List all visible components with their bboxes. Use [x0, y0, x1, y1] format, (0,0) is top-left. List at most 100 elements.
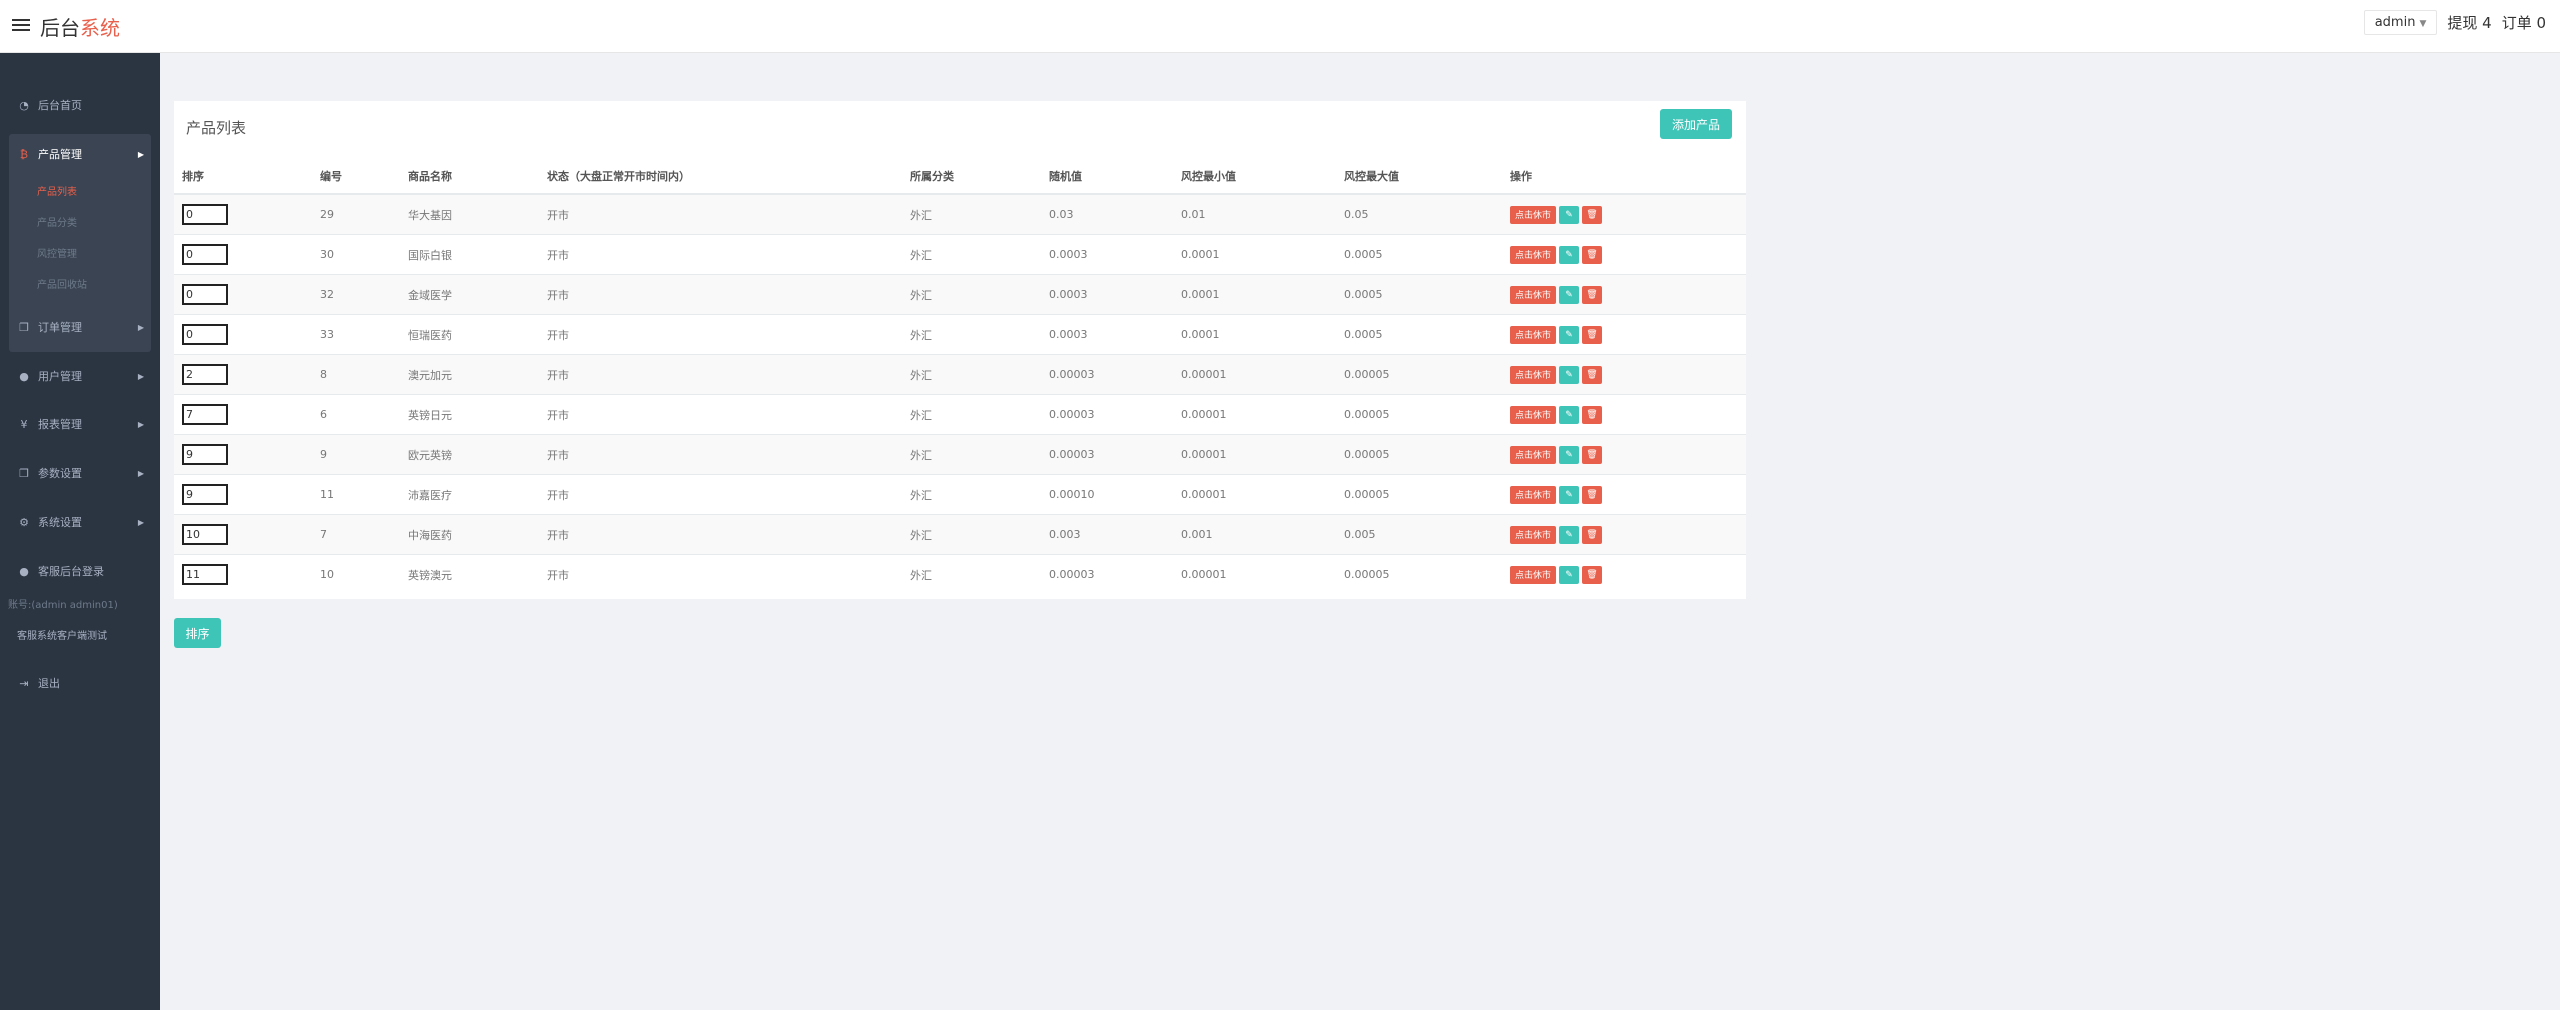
sidebar-item-param-settings[interactable]: ❐ 参数设置 ▶: [0, 461, 160, 485]
sidebar-item-order-mgmt[interactable]: ❐ 订单管理 ▶: [0, 315, 160, 339]
name-cell: 沛嘉医疗: [400, 474, 539, 515]
close-market-button[interactable]: 点击休市: [1510, 565, 1557, 584]
name-cell: 英镑日元: [400, 394, 539, 435]
pencil-icon[interactable]: ✎: [1559, 525, 1580, 544]
category-cell: 外汇: [902, 234, 1041, 275]
sort-order-input[interactable]: [182, 324, 228, 345]
close-market-button[interactable]: 点击休市: [1510, 365, 1557, 384]
random-value-cell: 0.0003: [1041, 234, 1173, 275]
sidebar-item-user-mgmt[interactable]: ● 用户管理 ▶: [0, 364, 160, 388]
pencil-icon[interactable]: ✎: [1559, 445, 1580, 464]
close-market-button[interactable]: 点击休市: [1510, 445, 1557, 464]
sort-cell: [174, 314, 312, 355]
pencil-icon[interactable]: ✎: [1559, 245, 1580, 264]
trash-icon[interactable]: 🗑: [1582, 405, 1603, 424]
trash-icon[interactable]: 🗑: [1582, 445, 1603, 464]
table-row: 11沛嘉医疗开市外汇0.000100.000010.00005 点击休市✎🗑: [174, 474, 1746, 515]
sort-order-input[interactable]: [182, 244, 228, 265]
bitcoin-icon: ₿: [19, 147, 29, 161]
sidebar-subitem-risk-control[interactable]: 风控管理: [37, 245, 77, 260]
name-cell: 欧元英镑: [400, 434, 539, 475]
close-market-button[interactable]: 点击休市: [1510, 325, 1557, 344]
sort-order-input[interactable]: [182, 404, 228, 425]
menu-toggle-icon[interactable]: [12, 16, 30, 34]
trash-icon[interactable]: 🗑: [1582, 205, 1603, 224]
close-market-button[interactable]: 点击休市: [1510, 405, 1557, 424]
copy-icon: ❐: [19, 466, 29, 480]
random-value-cell: 0.00003: [1041, 434, 1173, 475]
sort-order-input[interactable]: [182, 564, 228, 585]
risk-min-cell: 0.0001: [1173, 234, 1336, 275]
risk-min-cell: 0.0001: [1173, 314, 1336, 355]
sidebar-item-logout[interactable]: ⇥ 退出: [0, 671, 160, 695]
sidebar-item-cs-test[interactable]: 客服系统客户端测试: [17, 627, 107, 642]
id-cell: 10: [312, 554, 400, 594]
risk-min-cell: 0.00001: [1173, 474, 1336, 515]
random-value-cell: 0.00003: [1041, 354, 1173, 395]
trash-icon[interactable]: 🗑: [1582, 565, 1603, 584]
risk-max-cell: 0.00005: [1336, 354, 1502, 395]
trash-icon[interactable]: 🗑: [1582, 485, 1603, 504]
user-icon: ●: [19, 564, 29, 578]
sidebar-item-label: 用户管理: [38, 370, 82, 383]
sidebar-item-cs-login[interactable]: ● 客服后台登录: [0, 559, 160, 583]
trash-icon[interactable]: 🗑: [1582, 285, 1603, 304]
sidebar-item-product-mgmt[interactable]: ₿ 产品管理 ▶: [0, 142, 160, 166]
admin-dropdown[interactable]: admin ▼: [2363, 10, 2438, 35]
close-market-button[interactable]: 点击休市: [1510, 485, 1557, 504]
category-cell: 外汇: [902, 514, 1041, 555]
trash-icon[interactable]: 🗑: [1582, 365, 1603, 384]
pencil-icon[interactable]: ✎: [1559, 565, 1580, 584]
sidebar-subitem-product-list[interactable]: 产品列表: [37, 183, 77, 198]
sort-button[interactable]: 排序: [174, 618, 221, 648]
id-cell: 32: [312, 274, 400, 315]
sort-order-input[interactable]: [182, 204, 228, 225]
pencil-icon[interactable]: ✎: [1559, 405, 1580, 424]
sort-order-input[interactable]: [182, 484, 228, 505]
risk-max-cell: 0.00005: [1336, 394, 1502, 435]
orders-link[interactable]: 订单 0: [2502, 12, 2546, 33]
row-actions: 点击休市 ✎ 🗑: [1510, 525, 1746, 544]
random-value-cell: 0.0003: [1041, 314, 1173, 355]
top-right-controls: admin ▼ 提现 4 订单 0: [2363, 10, 2546, 35]
admin-label: admin: [2374, 15, 2416, 30]
dashboard-icon: ◔: [19, 98, 29, 112]
risk-max-cell: 0.005: [1336, 514, 1502, 555]
close-market-button[interactable]: 点击休市: [1510, 245, 1557, 264]
sort-order-input[interactable]: [182, 284, 228, 305]
status-cell: 开市: [539, 274, 902, 315]
withdraw-link[interactable]: 提现 4: [2447, 12, 2491, 33]
close-market-button[interactable]: 点击休市: [1510, 285, 1557, 304]
trash-icon[interactable]: 🗑: [1582, 325, 1603, 344]
risk-max-cell: 0.0005: [1336, 274, 1502, 315]
sort-order-input[interactable]: [182, 444, 228, 465]
pencil-icon[interactable]: ✎: [1559, 365, 1580, 384]
user-icon: ●: [19, 369, 29, 383]
row-actions: 点击休市 ✎ 🗑: [1510, 565, 1746, 584]
pencil-icon[interactable]: ✎: [1559, 205, 1580, 224]
risk-max-cell: 0.00005: [1336, 554, 1502, 594]
close-market-button[interactable]: 点击休市: [1510, 205, 1557, 224]
sidebar-item-home[interactable]: ◔ 后台首页: [0, 93, 160, 117]
close-market-button[interactable]: 点击休市: [1510, 525, 1557, 544]
pencil-icon[interactable]: ✎: [1559, 285, 1580, 304]
sidebar-item-report-mgmt[interactable]: ¥ 报表管理 ▶: [0, 412, 160, 436]
pencil-icon[interactable]: ✎: [1559, 485, 1580, 504]
sort-order-input[interactable]: [182, 524, 228, 545]
yen-icon: ¥: [20, 417, 28, 431]
category-cell: 外汇: [902, 354, 1041, 395]
random-value-cell: 0.00003: [1041, 554, 1173, 594]
pencil-icon[interactable]: ✎: [1559, 325, 1580, 344]
actions-cell: 点击休市 ✎ 🗑: [1502, 554, 1746, 594]
trash-icon[interactable]: 🗑: [1582, 245, 1603, 264]
row-actions: 点击休市 ✎ 🗑: [1510, 245, 1746, 264]
add-product-button[interactable]: 添加产品: [1660, 109, 1732, 139]
sort-order-input[interactable]: [182, 364, 228, 385]
sidebar-item-system-settings[interactable]: ⚙ 系统设置 ▶: [0, 510, 160, 534]
sidebar-subitem-product-category[interactable]: 产品分类: [37, 214, 77, 229]
sidebar-subitem-product-recycle[interactable]: 产品回收站: [37, 276, 87, 291]
brand-main: 后台: [40, 16, 80, 40]
table-row: 33恒瑞医药开市外汇0.00030.00010.0005 点击休市✎🗑: [174, 314, 1746, 355]
id-cell: 29: [312, 193, 400, 235]
trash-icon[interactable]: 🗑: [1582, 525, 1603, 544]
